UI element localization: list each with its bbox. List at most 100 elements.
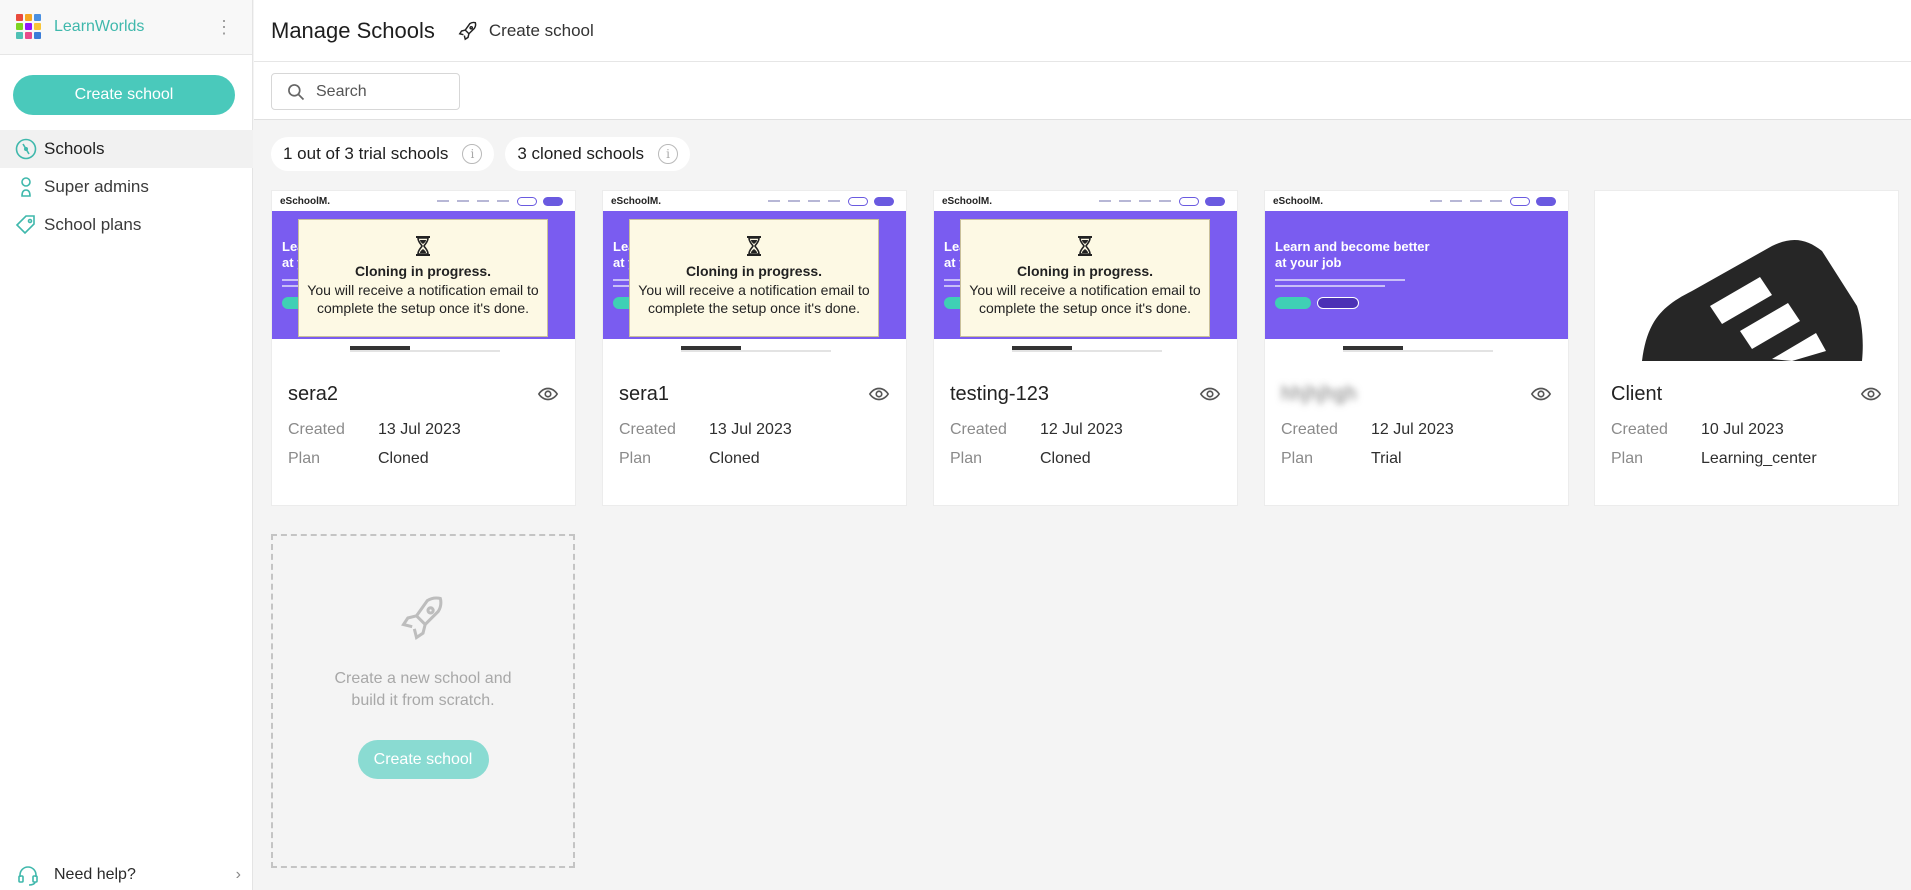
sidebar-item-schools[interactable]: Schools (0, 130, 253, 168)
school-thumbnail[interactable]: eSchoolM.Learn and become better at your… (934, 191, 1237, 361)
eye-icon[interactable] (537, 383, 559, 405)
created-label: Created (950, 421, 1007, 438)
cloning-title: Cloning in progress. (685, 263, 823, 279)
site-nav-links (760, 196, 906, 206)
school-card[interactable]: eSchoolM.Learn and become better at your… (602, 190, 907, 506)
sidebar-item-super-admins[interactable]: Super admins (0, 168, 253, 206)
eye-icon[interactable] (1530, 383, 1552, 405)
brand-header: LearnWorlds ⋮ (0, 0, 252, 55)
school-thumbnail[interactable]: eSchoolM.Learn and become better at your… (272, 191, 575, 361)
school-card[interactable]: eSchoolM.Learn and become better at your… (271, 190, 576, 506)
site-below-fold (934, 340, 1237, 361)
school-card[interactable]: eSchoolM.Learn and become better at your… (933, 190, 1238, 506)
sidebar-create-school-button[interactable]: Create school (13, 75, 235, 115)
cloning-message-line: You will receive a notification email to (969, 282, 1201, 298)
school-created-row: Created 12 Jul 2023 (1281, 421, 1552, 439)
client-logo-icon (1641, 239, 1863, 361)
search-bar (254, 62, 1911, 120)
site-nav-links (1091, 196, 1237, 206)
sidebar-item-label: School plans (44, 215, 142, 234)
info-icon[interactable]: i (658, 144, 679, 164)
site-nav-links (429, 196, 575, 206)
headset-icon (18, 866, 38, 886)
school-created-row: Created 13 Jul 2023 (619, 421, 890, 439)
plan-value: Cloned (709, 450, 760, 467)
plan-label: Plan (619, 450, 652, 467)
school-name-row: hhjhjhgh (1281, 381, 1552, 407)
site-logo: eSchoolM. (280, 195, 331, 207)
eye-icon[interactable] (1199, 383, 1221, 405)
new-school-text-line: build it from scratch. (351, 692, 495, 709)
school-plan-row: Plan Cloned (288, 450, 559, 468)
sidebar: LearnWorlds ⋮ Create school Schools Supe… (0, 0, 253, 890)
price-tag-icon (15, 215, 35, 235)
school-plan-row: Plan Cloned (619, 450, 890, 468)
cloned-schools-chip: 3 cloned schools i (505, 137, 691, 171)
cloning-title: Cloning in progress. (1016, 263, 1154, 279)
site-hero-text (1275, 279, 1405, 291)
info-icon[interactable]: i (462, 144, 483, 164)
cloning-message-line: complete the setup once it's done. (316, 300, 530, 316)
rocket-icon (458, 21, 477, 40)
school-created-row: Created 10 Jul 2023 (1611, 421, 1882, 439)
school-name-row: testing-123 (950, 381, 1221, 407)
eye-icon[interactable] (1860, 383, 1882, 405)
school-name[interactable]: hhjhjhgh (1281, 383, 1357, 406)
learnworlds-logo-icon[interactable] (16, 14, 42, 40)
school-name[interactable]: Client (1611, 383, 1662, 406)
site-nav-preview: eSchoolM. (1265, 191, 1568, 211)
hourglass-icon (747, 236, 761, 256)
school-card[interactable]: Client Created 10 Jul 2023 Plan Learning_cen… (1594, 190, 1899, 506)
plan-label: Plan (1281, 450, 1314, 467)
school-name-row: Client (1611, 381, 1882, 407)
search-input[interactable] (316, 82, 446, 101)
school-plan-row: Plan Trial (1281, 450, 1552, 468)
sidebar-nav: Schools Super admins School plans (0, 130, 253, 244)
site-below-fold (1265, 340, 1568, 361)
site-logo: eSchoolM. (942, 195, 993, 207)
cloning-notice: Cloning in progress. You will receive a n… (298, 219, 548, 337)
school-card-body: testing-123 Created 12 Jul 2023 Plan Cloned (934, 381, 1237, 468)
compass-icon (15, 138, 37, 160)
search-box[interactable] (271, 73, 460, 110)
cloning-message-line: You will receive a notification email to (307, 282, 539, 298)
cloning-message-line: complete the setup once it's done. (647, 300, 861, 316)
header-create-school-link[interactable]: Create school (457, 20, 594, 42)
created-date: 13 Jul 2023 (378, 421, 461, 438)
plan-value: Cloned (378, 450, 429, 467)
school-card-body: sera1 Created 13 Jul 2023 Plan Cloned (603, 381, 906, 468)
trial-schools-count: 1 out of 3 trial schools (283, 144, 449, 163)
site-below-fold (603, 340, 906, 361)
sidebar-item-label: Schools (44, 139, 105, 158)
school-card[interactable]: eSchoolM.Learn and become better at your… (1264, 190, 1569, 506)
site-below-fold (272, 340, 575, 361)
sidebar-item-school-plans[interactable]: School plans (0, 206, 253, 244)
cloning-notice: Cloning in progress. You will receive a n… (629, 219, 879, 337)
school-card-body: hhjhjhgh Created 12 Jul 2023 Plan Trial (1265, 381, 1568, 468)
new-school-create-button[interactable]: Create school (357, 740, 489, 779)
eye-icon[interactable] (868, 383, 890, 405)
need-help-link[interactable]: Need help? › (0, 860, 253, 890)
created-date: 12 Jul 2023 (1371, 421, 1454, 438)
school-thumbnail[interactable] (1595, 191, 1898, 361)
more-vertical-icon[interactable]: ⋮ (215, 17, 233, 37)
page-header: Manage Schools Create school (254, 0, 1911, 62)
need-help-label: Need help? (54, 866, 136, 883)
school-name-row: sera2 (288, 381, 559, 407)
school-name[interactable]: sera1 (619, 383, 669, 406)
school-created-row: Created 12 Jul 2023 (950, 421, 1221, 439)
new-school-card[interactable]: Create a new school and build it from sc… (271, 534, 575, 868)
rocket-icon (401, 596, 443, 640)
plan-label: Plan (1611, 450, 1644, 467)
school-summary-chips: 1 out of 3 trial schools i 3 cloned scho… (271, 137, 701, 171)
search-icon (288, 83, 305, 100)
created-date: 12 Jul 2023 (1040, 421, 1123, 438)
school-name[interactable]: sera2 (288, 383, 338, 406)
school-thumbnail[interactable]: eSchoolM.Learn and become better at your… (1265, 191, 1568, 361)
plan-label: Plan (288, 450, 321, 467)
created-date: 13 Jul 2023 (709, 421, 792, 438)
chevron-right-icon: › (235, 866, 241, 883)
brand-name[interactable]: LearnWorlds (54, 18, 144, 36)
school-name[interactable]: testing-123 (950, 383, 1049, 406)
school-thumbnail[interactable]: eSchoolM.Learn and become better at your… (603, 191, 906, 361)
